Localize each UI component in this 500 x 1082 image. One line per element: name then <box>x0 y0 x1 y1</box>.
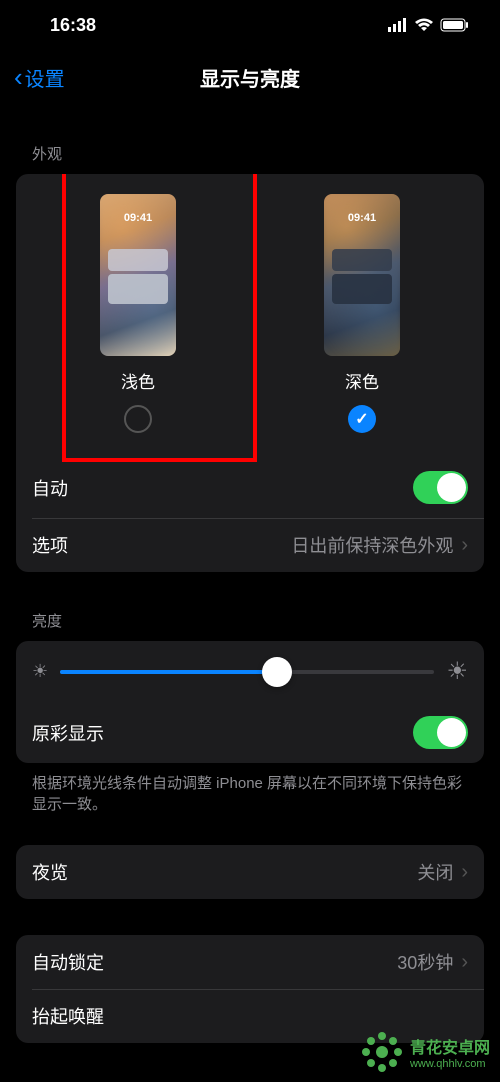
navigation-bar: ‹ 设置 显示与亮度 <box>0 50 500 105</box>
brightness-slider-cell: ☀︎ ☀︎ <box>16 641 484 702</box>
dark-radio[interactable] <box>348 405 376 433</box>
night-shift-value: 关闭 <box>417 859 453 885</box>
chevron-left-icon: ‹ <box>14 62 23 93</box>
watermark-url: www.qhhlv.com <box>410 1058 490 1070</box>
dark-preview: 09:41 <box>324 194 400 356</box>
brightness-header: 亮度 <box>0 572 500 641</box>
appearance-light-option[interactable]: 09:41 浅色 <box>26 194 250 433</box>
auto-lock-value: 30秒钟 <box>397 949 453 975</box>
brightness-slider[interactable] <box>60 670 434 674</box>
raise-to-wake-label: 抬起唤醒 <box>32 1003 104 1029</box>
appearance-dark-option[interactable]: 09:41 深色 <box>250 194 474 433</box>
page-title: 显示与亮度 <box>200 63 300 92</box>
auto-toggle[interactable] <box>413 471 468 504</box>
true-tone-toggle[interactable] <box>413 716 468 749</box>
wifi-icon <box>414 18 434 32</box>
watermark-logo-icon <box>360 1030 404 1074</box>
watermark-title: 青花安卓网 <box>410 1034 490 1058</box>
auto-lock-cell[interactable]: 自动锁定 30秒钟 › <box>16 935 484 989</box>
appearance-options-cell[interactable]: 选项 日出前保持深色外观 › <box>16 518 484 572</box>
chevron-right-icon: › <box>461 534 468 557</box>
options-value: 日出前保持深色外观 <box>291 532 453 558</box>
night-shift-label: 夜览 <box>32 859 68 885</box>
status-bar: 16:38 <box>0 0 500 50</box>
chevron-right-icon: › <box>461 951 468 974</box>
brightness-group: ☀︎ ☀︎ 原彩显示 <box>16 641 484 763</box>
light-label: 浅色 <box>121 368 155 393</box>
options-label: 选项 <box>32 532 68 558</box>
status-time: 16:38 <box>50 15 96 36</box>
dark-label: 深色 <box>345 368 379 393</box>
auto-label: 自动 <box>32 475 68 501</box>
true-tone-footer: 根据环境光线条件自动调整 iPhone 屏幕以在不同环境下保持色彩显示一致。 <box>0 763 500 825</box>
appearance-selector: 09:41 浅色 09:41 深色 <box>16 174 484 457</box>
back-button[interactable]: ‹ 设置 <box>14 62 65 93</box>
status-indicators <box>388 18 470 32</box>
true-tone-cell: 原彩显示 <box>16 702 484 763</box>
watermark: 青花安卓网 www.qhhlv.com <box>360 1030 490 1074</box>
sun-small-icon: ☀︎ <box>32 661 48 682</box>
light-radio[interactable] <box>124 405 152 433</box>
auto-appearance-cell: 自动 <box>16 457 484 518</box>
sun-large-icon: ☀︎ <box>446 657 468 686</box>
light-preview: 09:41 <box>100 194 176 356</box>
chevron-right-icon: › <box>461 861 468 884</box>
lock-group: 自动锁定 30秒钟 › 抬起唤醒 <box>16 935 484 1043</box>
appearance-header: 外观 <box>0 105 500 174</box>
back-label: 设置 <box>25 63 65 92</box>
night-shift-cell[interactable]: 夜览 关闭 › <box>16 845 484 899</box>
appearance-group: 09:41 浅色 09:41 深色 自动 选项 日出前保持深色外观 › <box>16 174 484 572</box>
true-tone-label: 原彩显示 <box>32 720 104 746</box>
cellular-icon <box>388 18 408 32</box>
night-shift-group: 夜览 关闭 › <box>16 845 484 899</box>
auto-lock-label: 自动锁定 <box>32 949 104 975</box>
battery-icon <box>440 18 470 32</box>
